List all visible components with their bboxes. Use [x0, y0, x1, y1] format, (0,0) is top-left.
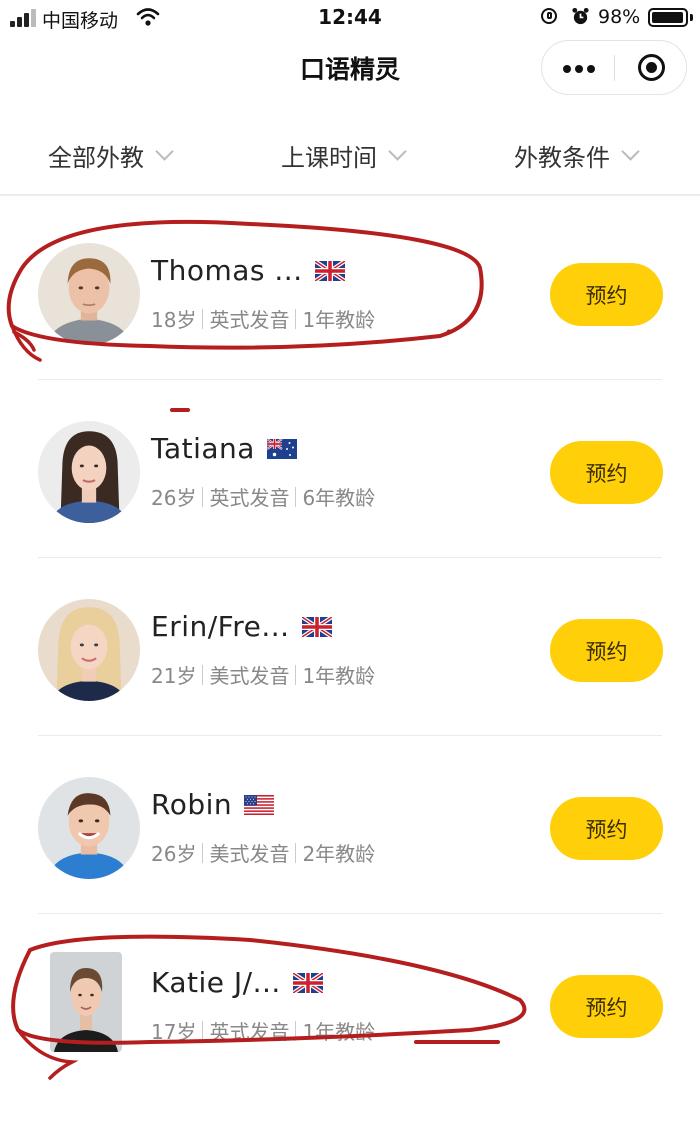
teacher-avatar	[38, 243, 140, 345]
uk-flag-icon	[302, 617, 332, 637]
teacher-age: 18岁	[151, 308, 197, 332]
teacher-experience: 1年教龄	[302, 308, 376, 332]
filter-teacher-conditions[interactable]: 外教条件	[514, 138, 640, 173]
teacher-accent: 美式发音	[209, 842, 290, 866]
teacher-meta: 26岁 美式发音 2年教龄	[151, 838, 375, 867]
more-options-button[interactable]	[542, 41, 614, 94]
book-button[interactable]: 预约	[550, 975, 663, 1038]
teacher-accent: 美式发音	[209, 664, 290, 688]
divider	[295, 486, 297, 507]
chevron-down-icon	[621, 142, 640, 161]
battery-level	[652, 12, 683, 23]
dot-icon	[563, 65, 571, 73]
teacher-row[interactable]: Thomas ... 18岁 英式发音 1年教龄 预约	[0, 202, 700, 380]
teacher-accent: 英式发音	[209, 486, 290, 510]
teacher-avatar	[50, 952, 122, 1052]
teacher-row[interactable]: Erin/Fre... 21岁 美式发音 1年教龄 预约	[0, 558, 700, 736]
filter-label: 上课时间	[281, 144, 377, 172]
teacher-experience: 1年教龄	[302, 664, 376, 688]
dot-icon	[587, 65, 595, 73]
teacher-name: Thomas ...	[151, 254, 303, 287]
uk-flag-icon	[293, 973, 323, 993]
book-button[interactable]: 预约	[550, 263, 663, 326]
teacher-name: Robin	[151, 788, 233, 821]
teacher-accent: 英式发音	[209, 308, 290, 332]
teacher-meta: 17岁 英式发音 1年教龄	[151, 1016, 375, 1045]
chevron-down-icon	[155, 142, 174, 161]
status-bar: 中国移动 12:44 98%	[0, 0, 700, 36]
teacher-experience: 6年教龄	[302, 486, 376, 510]
divider	[295, 1020, 297, 1041]
rotation-lock-icon	[541, 8, 557, 24]
divider	[202, 1020, 204, 1041]
teacher-age: 17岁	[151, 1020, 197, 1044]
teacher-age: 26岁	[151, 842, 197, 866]
divider	[202, 842, 204, 863]
filter-class-time[interactable]: 上课时间	[281, 138, 407, 173]
teacher-name: Katie J/...	[151, 966, 281, 999]
book-button[interactable]: 预约	[550, 619, 663, 682]
chevron-down-icon	[388, 142, 407, 161]
battery-percentage: 98%	[598, 6, 641, 28]
filter-all-teachers[interactable]: 全部外教	[48, 138, 174, 173]
teacher-avatar	[38, 421, 140, 523]
teacher-row[interactable]: Tatiana 26岁 英式发音 6年教龄 预约	[0, 380, 700, 558]
book-button[interactable]: 预约	[550, 797, 663, 860]
battery-tip	[690, 14, 693, 21]
filter-label: 全部外教	[48, 144, 144, 172]
uk-flag-icon	[315, 261, 345, 281]
book-button[interactable]: 预约	[550, 441, 663, 504]
teacher-experience: 1年教龄	[302, 1020, 376, 1044]
divider	[295, 842, 297, 863]
filter-bar: 全部外教 上课时间 外教条件	[0, 118, 700, 196]
divider	[295, 308, 297, 329]
divider	[202, 308, 204, 329]
dot-icon	[575, 65, 583, 73]
teacher-row[interactable]: Robin 26岁 美式发音 2年教龄 预约	[0, 736, 700, 914]
teacher-meta: 21岁 美式发音 1年教龄	[151, 660, 375, 689]
teacher-name: Erin/Fre...	[151, 610, 290, 643]
teacher-age: 26岁	[151, 486, 197, 510]
teacher-name: Tatiana	[151, 432, 255, 465]
divider	[202, 664, 204, 685]
teacher-accent: 英式发音	[209, 1020, 290, 1044]
teacher-row[interactable]: Katie J/... 17岁 英式发音 1年教龄 预约	[0, 914, 700, 1092]
australia-flag-icon	[267, 439, 297, 459]
divider	[202, 486, 204, 507]
teacher-age: 21岁	[151, 664, 197, 688]
teacher-avatar	[38, 599, 140, 701]
teacher-meta: 18岁 英式发音 1年教龄	[151, 304, 375, 333]
battery-icon	[648, 8, 688, 27]
status-time: 12:44	[318, 5, 382, 29]
divider	[295, 664, 297, 685]
alarm-icon	[572, 7, 589, 25]
close-mini-program-button[interactable]	[615, 41, 687, 94]
mini-program-capsule	[541, 40, 687, 95]
teacher-meta: 26岁 英式发音 6年教龄	[151, 482, 375, 511]
us-flag-icon	[244, 795, 274, 815]
teacher-avatar	[38, 777, 140, 879]
teacher-experience: 2年教龄	[302, 842, 376, 866]
filter-label: 外教条件	[514, 144, 610, 172]
